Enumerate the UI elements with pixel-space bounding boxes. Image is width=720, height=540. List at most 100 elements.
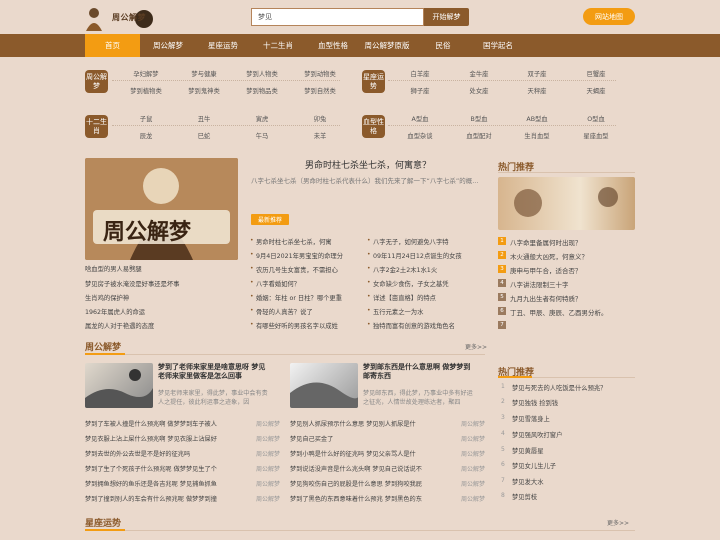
list-item[interactable]: 1962年属虎人的命运 [85, 307, 145, 316]
feature-image[interactable]: 周公解梦 [85, 158, 238, 260]
cat-link[interactable]: 梦与健康 [191, 69, 216, 78]
hot-image[interactable] [498, 177, 635, 230]
hot-item[interactable]: 梦见发大水 [512, 477, 543, 486]
cat-link[interactable]: 血型杂谈 [407, 131, 432, 140]
dream-row[interactable]: 梦到说话没声音是什么兆头啊 梦见自己说话说不 [290, 464, 422, 473]
dream-row[interactable]: 梦到了撞到别人的车会有什么预兆呢 做梦梦到撞 [85, 494, 217, 503]
list-item[interactable]: 八字看婚如何？ [256, 279, 300, 288]
cat-link[interactable]: 梦到自然类 [304, 86, 335, 95]
list-item[interactable]: 婚姻：年柱 or 日柱？哪个更重 [256, 293, 342, 302]
cat-link[interactable]: 梦到动物类 [304, 69, 335, 78]
list-item[interactable]: 男命时柱七杀坐七杀，何寓 [256, 237, 332, 246]
dream-row[interactable]: 梦到了黑色的东西意味着什么预兆 梦到黑色的东 [290, 494, 422, 503]
list-item[interactable]: 09年11月24日12点诞生的女孩 [373, 251, 462, 260]
cat-link[interactable]: 巨蟹座 [587, 69, 606, 78]
row-tag[interactable]: 周公解梦 [461, 494, 485, 503]
article-thumb[interactable] [290, 363, 358, 408]
dream-row[interactable]: 梦到去世的外公去世是不是好的征兆吗 [85, 449, 190, 458]
list-item[interactable]: 属龙的人对于艳遇的态度 [85, 321, 154, 330]
row-tag[interactable]: 周公解梦 [256, 494, 280, 503]
list-item[interactable]: 女命缺少食伤，子女之基凭 [373, 279, 449, 288]
hot-item[interactable]: 丁丑、甲辰、庚辰、乙酉男分析。 [510, 307, 608, 317]
list-item[interactable]: 八字无子，如何避免八字特 [373, 237, 449, 246]
article-title[interactable]: 梦到了老师来家里是啥意思呀 梦见老师来家里做客是怎么回事 [158, 363, 268, 382]
list-item[interactable]: 详述【亩直格】的特点 [373, 293, 436, 302]
hot-item[interactable]: 九月九出生者有何特质？ [510, 293, 582, 303]
search-input[interactable] [251, 8, 424, 26]
row-tag[interactable]: 周公解梦 [461, 479, 485, 488]
cat-link[interactable]: 双子座 [528, 69, 547, 78]
cat-link[interactable]: 血型配对 [466, 131, 491, 140]
list-item[interactable]: 9月4日2021年男宝宝的命理分 [256, 251, 343, 260]
cat-link[interactable]: 卯兔 [314, 114, 327, 123]
row-tag[interactable]: 周公解梦 [256, 419, 280, 428]
nav-horoscope[interactable]: 星座运势 [200, 34, 246, 57]
hot-item[interactable]: 梦见雪落身上 [512, 414, 550, 423]
cat-link[interactable]: 寅虎 [256, 114, 269, 123]
nav-blood[interactable]: 血型性格 [310, 34, 356, 57]
cat-badge-blood[interactable]: 血型性格 [362, 115, 385, 138]
hot-item[interactable]: 木火通般大凶死，何意义？ [510, 251, 588, 261]
cat-link[interactable]: 白羊座 [411, 69, 430, 78]
nav-dream-original[interactable]: 周公解梦原版 [360, 34, 414, 57]
cat-badge-horoscope[interactable]: 星座运势 [362, 70, 385, 93]
cat-link[interactable]: AB型血 [526, 114, 547, 123]
dream-row[interactable]: 梦到了车被人撞是什么预兆啊 做梦梦到车子被人 [85, 419, 217, 428]
cat-link[interactable]: 辰龙 [140, 131, 153, 140]
hot-item[interactable]: 梦见强风吹打窗户 [512, 430, 562, 439]
hot-item[interactable]: 梦见剪枝 [512, 492, 537, 501]
cat-link[interactable]: A型血 [412, 114, 429, 123]
more-link[interactable]: 更多>> [465, 342, 487, 351]
dream-row[interactable]: 梦到拥鱼想好的鱼乐还是各吉兆呢 梦见捕鱼抓鱼 [85, 479, 217, 488]
hot-item[interactable]: 梦见女儿生儿子 [512, 461, 556, 470]
cat-link[interactable]: 梦到物品类 [246, 86, 277, 95]
list-item[interactable]: 八字2金2土2木1水1火 [373, 265, 437, 274]
list-item[interactable]: 生肖鸡的保护神 [85, 293, 129, 302]
dream-row[interactable]: 梦到了生了个死孩子什么预兆呢 做梦梦见生了个 [85, 464, 217, 473]
row-tag[interactable]: 周公解梦 [256, 479, 280, 488]
row-tag[interactable]: 周公解梦 [256, 464, 280, 473]
cat-link[interactable]: 梦到人物类 [246, 69, 277, 78]
hot-item[interactable]: 梦见与死去的人吃饭是什么预兆？ [512, 383, 606, 392]
dream-row[interactable]: 梦见衣服上沾上屎什么预兆啊 梦见衣服上沾屎好 [85, 434, 217, 443]
list-item[interactable]: 啥血型的男人易劈腿 [85, 264, 142, 273]
cat-link[interactable]: 午马 [256, 131, 269, 140]
hot-item[interactable]: 庚申与甲午合，适合否？ [510, 265, 582, 275]
article-title[interactable]: 梦到邮东西是什么意思啊 做梦梦到邮寄东西 [363, 363, 473, 382]
dream-row[interactable]: 梦见别人抓尿预示什么意思 梦见别人抓尿是什 [290, 419, 416, 428]
nav-home[interactable]: 首页 [85, 34, 140, 57]
cat-link[interactable]: 丑牛 [198, 114, 211, 123]
cat-link[interactable]: 巳蛇 [198, 131, 211, 140]
nav-zodiac[interactable]: 十二生肖 [255, 34, 301, 57]
cat-link[interactable]: 生肖血型 [524, 131, 549, 140]
cat-badge-zodiac[interactable]: 十二生肖 [85, 115, 108, 138]
list-item[interactable]: 五行元素之一为水 [373, 307, 423, 316]
row-tag[interactable]: 周公解梦 [256, 434, 280, 443]
row-tag[interactable]: 周公解梦 [461, 464, 485, 473]
hot-item[interactable]: 八字命里备属何时出现？ [510, 237, 582, 247]
cat-link[interactable]: 未羊 [314, 131, 327, 140]
cat-link[interactable]: 子鼠 [140, 114, 153, 123]
site-logo[interactable]: 周公解梦 [84, 5, 158, 31]
dream-row[interactable]: 梦到小鸭是什么好的征兆吗 梦见父亲骂人是什 [290, 449, 416, 458]
more-link[interactable]: 更多>> [607, 518, 629, 527]
row-tag[interactable]: 周公解梦 [461, 419, 485, 428]
article-thumb[interactable] [85, 363, 153, 408]
search-button[interactable]: 开始解梦 [424, 8, 469, 26]
cat-link[interactable]: 梦到植物类 [130, 86, 161, 95]
hot-item[interactable]: 梦见黄唇星 [512, 446, 543, 455]
cat-link[interactable]: 天秤座 [528, 86, 547, 95]
sitemap-button[interactable]: 网站地图 [583, 8, 635, 25]
row-tag[interactable]: 周公解梦 [461, 449, 485, 458]
list-item[interactable]: 农历几号生女富贵，不需担心 [256, 265, 338, 274]
cat-link[interactable]: 天蝎座 [587, 86, 606, 95]
cat-link[interactable]: 狮子座 [411, 86, 430, 95]
nav-folk[interactable]: 民俗 [423, 34, 463, 57]
cat-link[interactable]: 金牛座 [470, 69, 489, 78]
cat-link[interactable]: 星座血型 [583, 131, 608, 140]
feature-title[interactable]: 男命时柱七杀坐七杀，何寓意？ [251, 158, 485, 171]
cat-link[interactable]: 孕妇解梦 [133, 69, 158, 78]
row-tag[interactable]: 周公解梦 [461, 434, 485, 443]
dream-row[interactable]: 梦见自己买金了 [290, 434, 333, 443]
cat-link[interactable]: O型血 [587, 114, 605, 123]
